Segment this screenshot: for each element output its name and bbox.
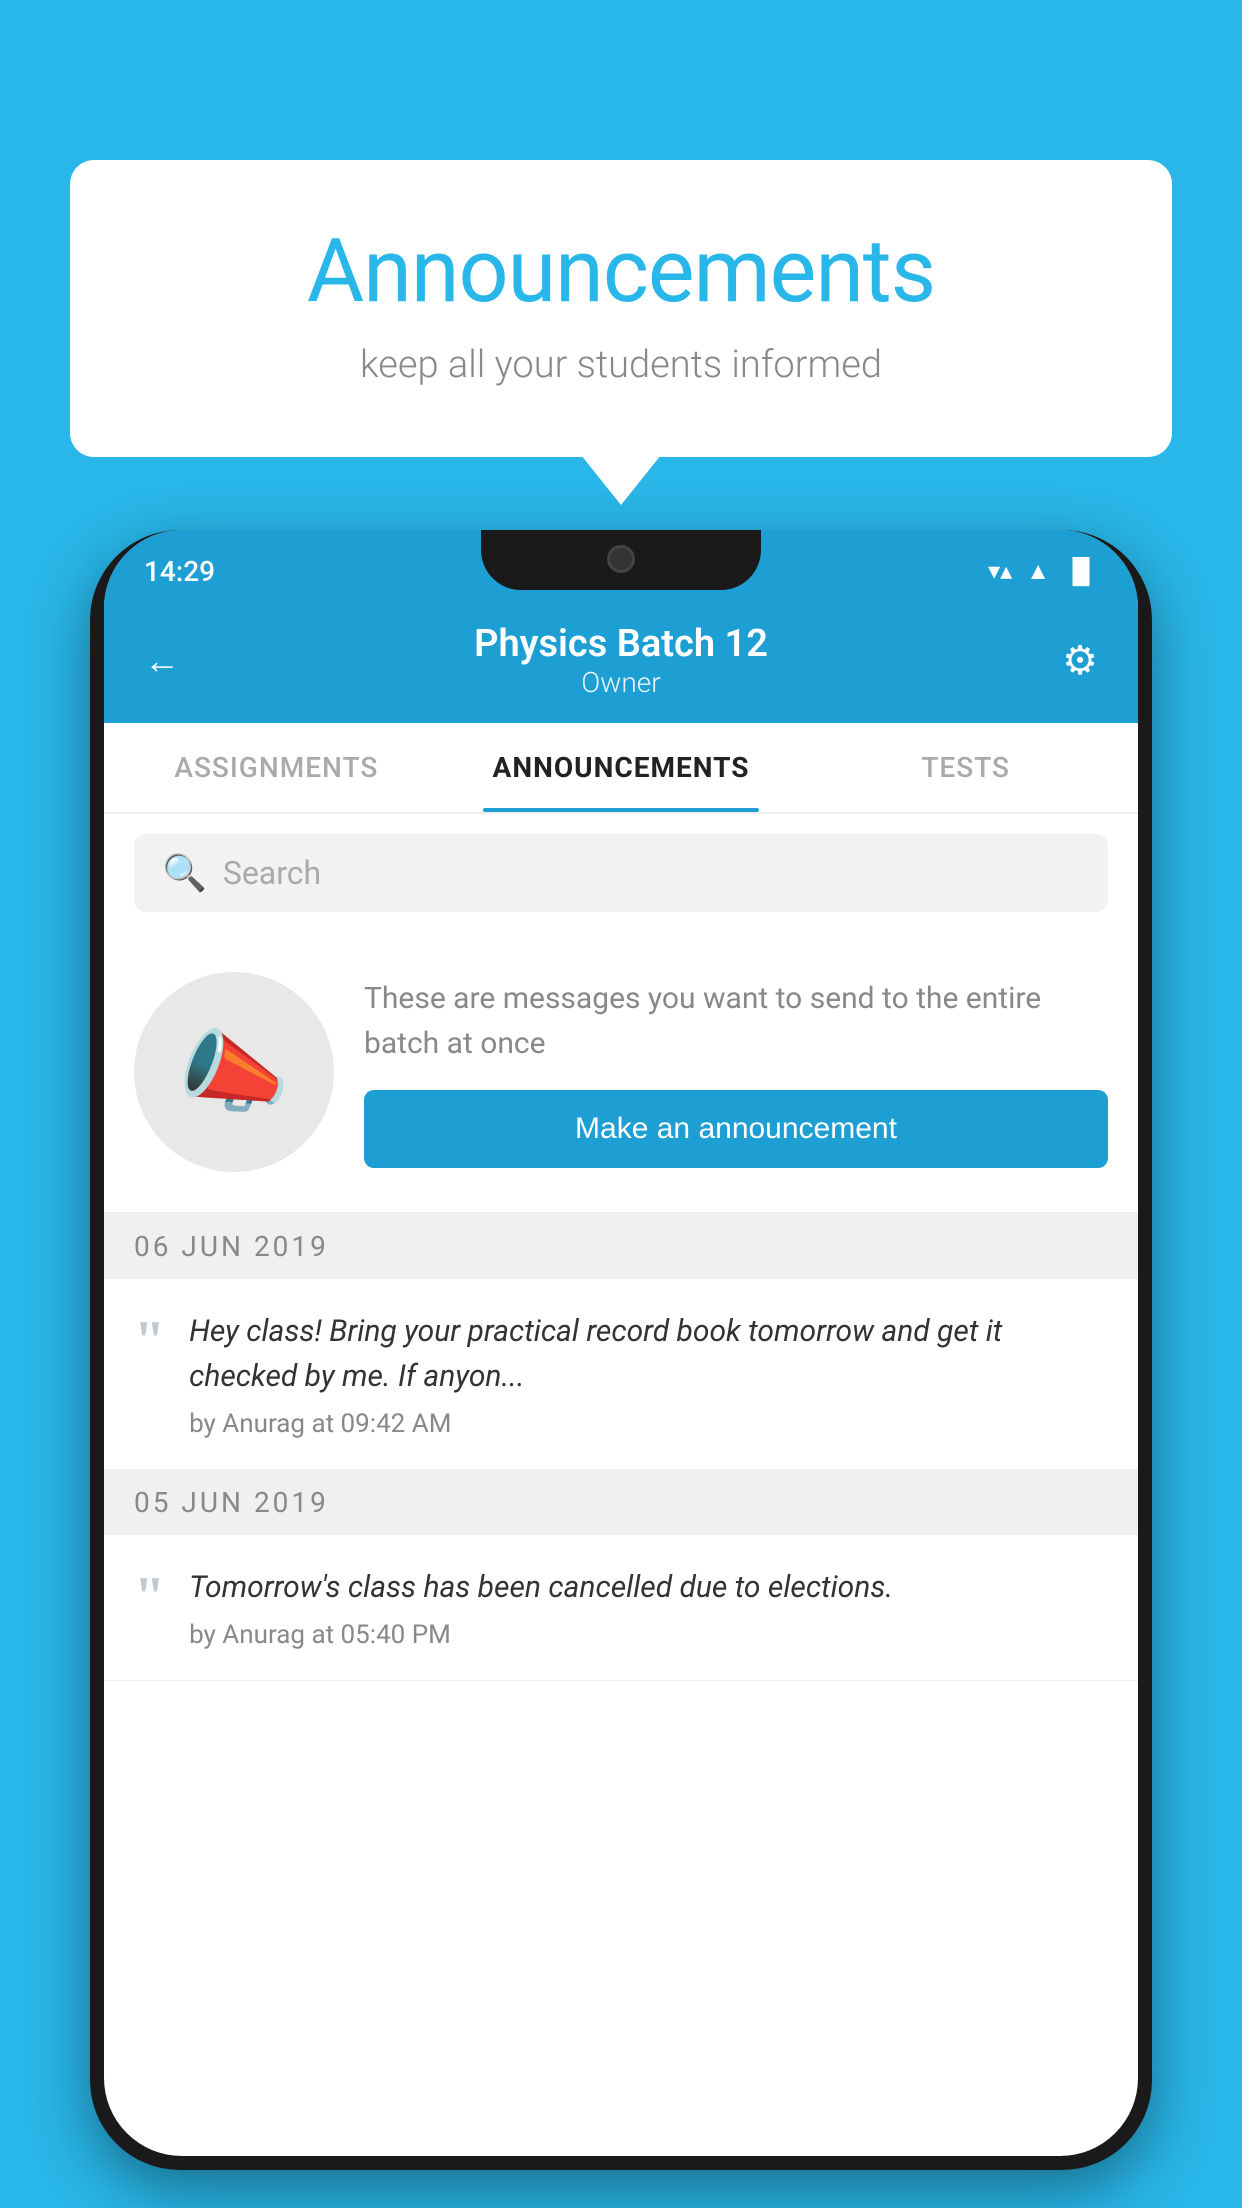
search-icon: 🔍 (162, 852, 207, 894)
date-separator-1: 06 JUN 2019 (104, 1214, 1138, 1279)
owner-label: Owner (204, 666, 1038, 699)
front-camera (607, 545, 635, 573)
megaphone-circle: 📣 (134, 972, 334, 1172)
signal-icon: ▲ (1026, 557, 1050, 586)
status-icons: ▾▴ ▲ ▐▌ (988, 557, 1098, 586)
tabs-bar: ASSIGNMENTS ANNOUNCEMENTS TESTS (104, 723, 1138, 814)
announcement-item-2[interactable]: " Tomorrow's class has been cancelled du… (104, 1535, 1138, 1681)
announcement-cta-section: 📣 These are messages you want to send to… (104, 932, 1138, 1214)
batch-title: Physics Batch 12 (204, 622, 1038, 666)
settings-icon[interactable]: ⚙ (1038, 637, 1098, 684)
tab-assignments[interactable]: ASSIGNMENTS (104, 723, 449, 812)
announcement-text-1: Hey class! Bring your practical record b… (189, 1309, 1108, 1399)
speech-bubble: Announcements keep all your students inf… (70, 160, 1172, 457)
cta-description: These are messages you want to send to t… (364, 976, 1108, 1066)
announcement-item-1[interactable]: " Hey class! Bring your practical record… (104, 1279, 1138, 1470)
phone-notch (481, 530, 761, 590)
announcement-meta-2: by Anurag at 05:40 PM (189, 1620, 1108, 1650)
phone-mockup: 14:29 ▾▴ ▲ ▐▌ ← Physics Batch 12 Owner ⚙ (90, 530, 1152, 2208)
app-header: ← Physics Batch 12 Owner ⚙ (104, 602, 1138, 723)
tab-tests[interactable]: TESTS (793, 723, 1138, 812)
announcement-content-2: Tomorrow's class has been cancelled due … (189, 1565, 1108, 1650)
back-button[interactable]: ← (144, 640, 204, 682)
search-container: 🔍 Search (104, 814, 1138, 932)
quote-icon-2: " (134, 1569, 165, 1625)
date-separator-2: 05 JUN 2019 (104, 1470, 1138, 1535)
intro-section: Announcements keep all your students inf… (70, 160, 1172, 457)
phone-screen: 14:29 ▾▴ ▲ ▐▌ ← Physics Batch 12 Owner ⚙ (104, 530, 1138, 2156)
phone-frame: 14:29 ▾▴ ▲ ▐▌ ← Physics Batch 12 Owner ⚙ (90, 530, 1152, 2170)
quote-icon-1: " (134, 1313, 165, 1369)
make-announcement-button[interactable]: Make an announcement (364, 1090, 1108, 1168)
megaphone-icon: 📣 (178, 1020, 290, 1125)
header-title-group: Physics Batch 12 Owner (204, 622, 1038, 699)
wifi-icon: ▾▴ (988, 557, 1012, 585)
cta-right: These are messages you want to send to t… (364, 976, 1108, 1168)
search-bar[interactable]: 🔍 Search (134, 834, 1108, 912)
announcement-content-1: Hey class! Bring your practical record b… (189, 1309, 1108, 1439)
search-placeholder: Search (223, 854, 321, 892)
announcement-meta-1: by Anurag at 09:42 AM (189, 1409, 1108, 1439)
bubble-title: Announcements (150, 220, 1092, 323)
bubble-subtitle: keep all your students informed (150, 343, 1092, 387)
tab-announcements[interactable]: ANNOUNCEMENTS (449, 723, 794, 812)
battery-icon: ▐▌ (1064, 557, 1098, 586)
announcement-text-2: Tomorrow's class has been cancelled due … (189, 1565, 1108, 1610)
